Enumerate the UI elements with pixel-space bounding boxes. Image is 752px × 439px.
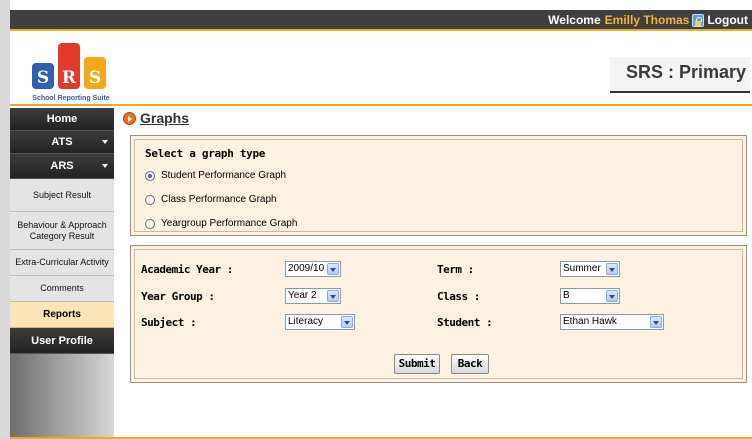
year-group-label: Year Group : [141,290,215,303]
radio-student-performance[interactable]: Student Performance Graph [145,170,286,181]
arrow-circle-icon [123,111,136,125]
user-name: Emilly Thomas [604,13,690,27]
radio-label: Student Performance Graph [161,170,287,181]
filters-panel-inner: Academic Year : 2009/10 Term : Summer Ye… [134,249,743,379]
chevron-down-icon [102,140,108,144]
select-value: 2009/10 [288,263,325,274]
radio-label: Yeargroup Performance Graph [161,218,298,229]
page-title-text[interactable]: Graphs [140,110,189,126]
student-select[interactable]: Ethan Hawk [560,314,664,330]
chevron-down-icon [102,164,108,168]
logo-caption: School Reporting Suite [32,95,110,102]
year-group-select[interactable]: Year 2 [285,288,341,304]
radio-button[interactable] [145,194,155,205]
select-value: Ethan Hawk [563,316,617,327]
graph-type-heading: Select a graph type [145,147,266,160]
radio-button[interactable] [145,218,155,229]
window-edge [0,0,10,439]
subject-label: Subject : [141,316,197,329]
chevron-down-icon[interactable] [606,263,618,275]
sidebar-item-extra-curricular[interactable]: Extra-Curricular Activity [10,250,114,276]
chevron-down-icon[interactable] [341,316,353,328]
class-select[interactable]: B [560,288,620,304]
app-title: SRS : Primary [625,62,746,82]
welcome-area: Welcome Emilly Thomas Logout [548,13,748,27]
chevron-down-icon[interactable] [606,290,618,302]
sidebar-item-comments[interactable]: Comments [10,276,114,302]
graph-type-panel-inner: Select a graph type Student Performance … [134,139,743,232]
radio-button[interactable] [145,170,155,181]
term-label: Term : [437,263,474,276]
sidebar-item-label: Behaviour & Approach Category Result [17,219,107,241]
class-label: Class : [437,290,480,303]
top-bar: Welcome Emilly Thomas Logout [10,10,752,31]
sidebar-item-label: Extra-Curricular Activity [15,257,109,267]
sidebar: Home ATS ARS Subject Result Behaviour & … [10,108,114,439]
sidebar-item-reports[interactable]: Reports [10,302,114,328]
submit-button[interactable]: Submit [394,354,440,374]
sidebar-item-label: ARS [50,160,74,172]
select-value: Literacy [288,316,324,327]
sidebar-item-subject-result[interactable]: Subject Result [10,179,114,212]
term-select[interactable]: Summer [560,261,620,277]
sidebar-filler [10,354,114,439]
student-label: Student : [437,316,493,329]
select-value: B [563,290,570,301]
logout-link[interactable]: Logout [707,13,748,27]
header-divider [10,104,752,106]
srs-logo[interactable]: S R S School Reporting Suite [16,36,126,102]
sidebar-item-label: Comments [40,283,84,293]
logo-block-s2: S [84,57,106,89]
chevron-down-icon[interactable] [327,290,339,302]
chevron-down-icon[interactable] [327,263,339,275]
back-button[interactable]: Back [451,354,489,374]
sidebar-item-behaviour[interactable]: Behaviour & Approach Category Result [10,212,114,250]
filters-panel: Academic Year : 2009/10 Term : Summer Ye… [130,245,747,383]
welcome-label: Welcome [548,13,601,27]
academic-year-label: Academic Year : [141,263,233,276]
app-title-box: SRS : Primary [610,57,750,93]
subject-select[interactable]: Literacy [285,314,355,330]
header: S R S School Reporting Suite SRS : Prima… [10,33,752,106]
logo-block-s: S [32,63,54,89]
radio-label: Class Performance Graph [161,194,277,205]
page-title: Graphs [123,110,189,126]
sidebar-item-label: User Profile [31,334,93,347]
sidebar-item-ars[interactable]: ARS [10,154,114,179]
sidebar-item-home[interactable]: Home [10,108,114,131]
sidebar-item-ats[interactable]: ATS [10,131,114,154]
select-value: Summer [563,263,601,274]
sidebar-item-user-profile[interactable]: User Profile [10,328,114,354]
radio-class-performance[interactable]: Class Performance Graph [145,194,277,205]
chevron-down-icon[interactable] [650,316,662,328]
sidebar-item-label: ATS [51,136,73,148]
select-value: Year 2 [288,290,317,301]
academic-year-select[interactable]: 2009/10 [285,261,341,277]
lock-icon [692,13,705,27]
sidebar-item-label: Home [46,113,78,125]
radio-yeargroup-performance[interactable]: Yeargroup Performance Graph [145,218,297,229]
sidebar-item-label: Subject Result [32,189,92,200]
logo-block-r: R [58,43,80,89]
sidebar-item-label: Reports [43,309,81,320]
graph-type-panel: Select a graph type Student Performance … [130,135,747,236]
main-content: Graphs Select a graph type Student Perfo… [117,108,752,439]
